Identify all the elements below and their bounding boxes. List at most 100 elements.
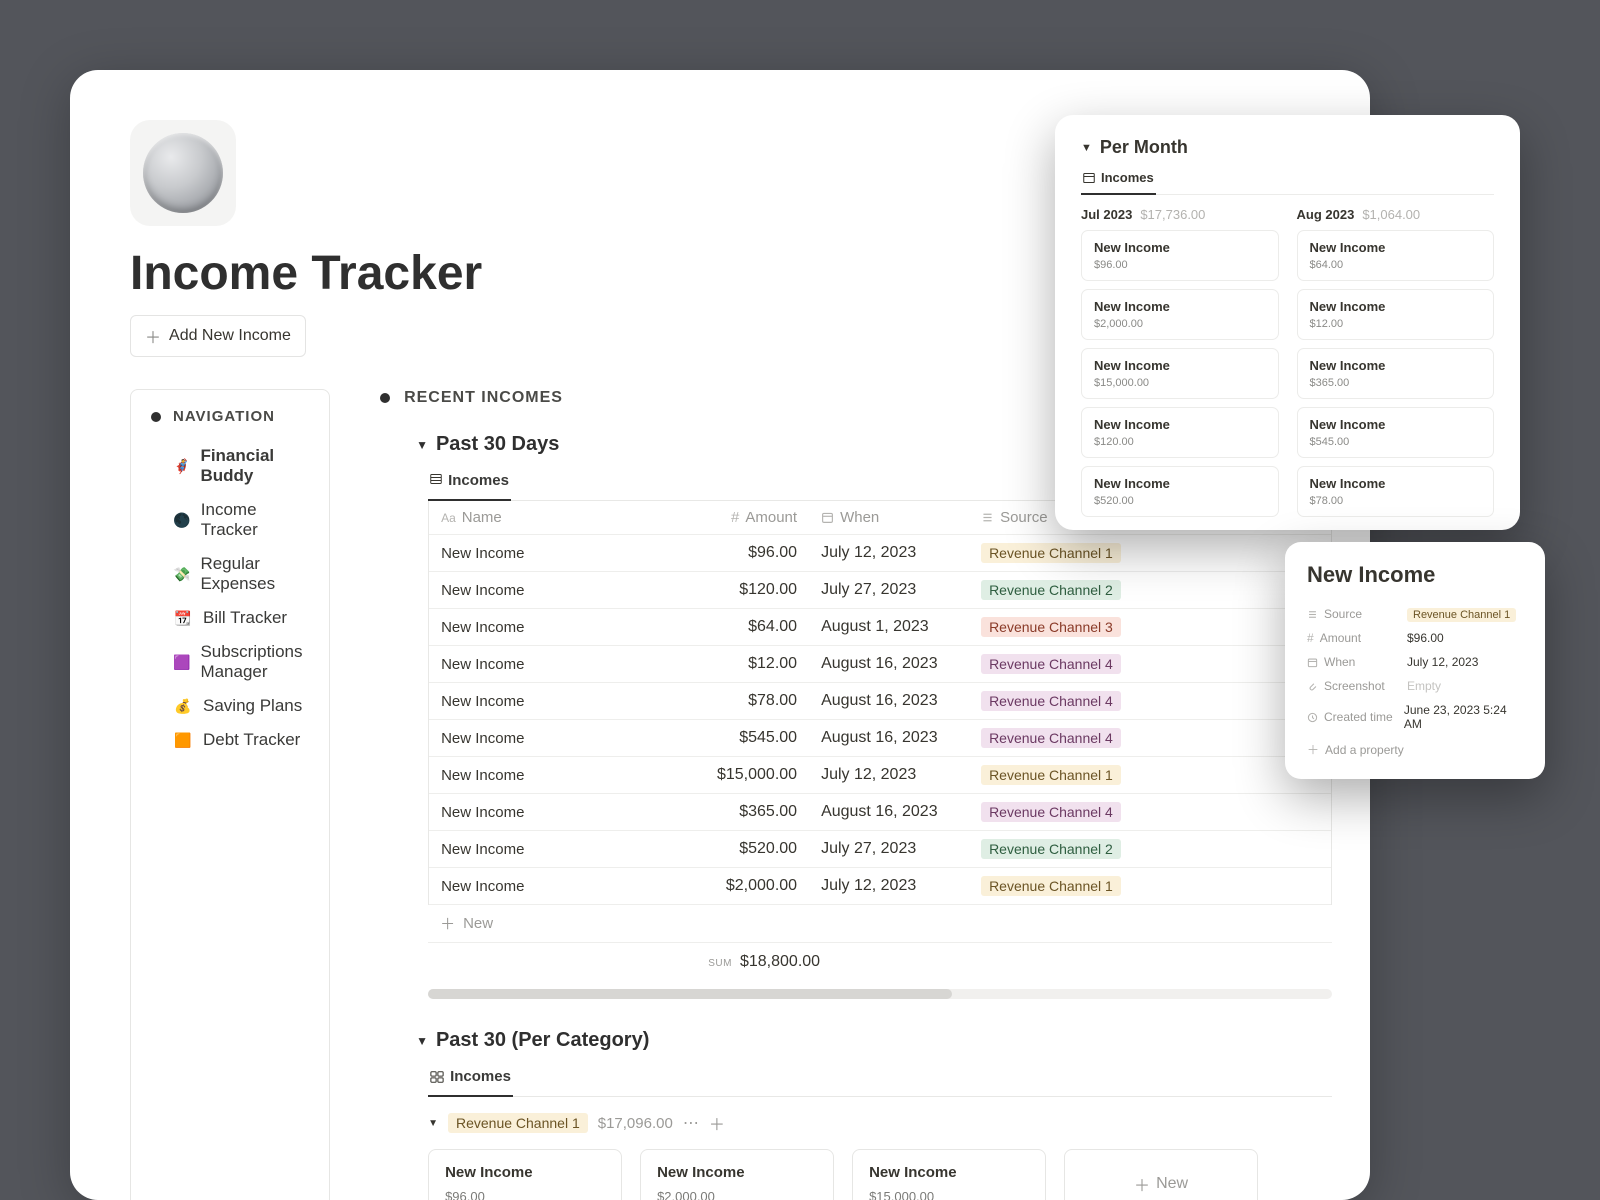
card-title: New Income [1310,417,1482,432]
month-column: Jul 2023$17,736.00 New Income$96.00 New In… [1081,207,1279,525]
card-amount: $64.00 [1310,259,1482,271]
table-row[interactable]: New Income$78.00August 16, 2023Revenue C… [429,683,1331,720]
per-month-panel: ▼ Per Month Incomes Jul 2023$17,736.00 Ne… [1055,115,1520,530]
add-card-button[interactable]: ＋New [1064,1149,1258,1200]
add-property-button[interactable]: ＋Add a property [1307,736,1523,763]
scrollbar-thumb[interactable] [428,989,952,999]
detail-row-when[interactable]: When July 12, 2023 [1307,650,1523,674]
source-tag: Revenue Channel 4 [981,691,1121,711]
table-row[interactable]: New Income$120.00July 27, 2023Revenue Ch… [429,572,1331,609]
card-amount: $545.00 [1310,436,1482,448]
plus-icon: ＋ [1307,741,1319,758]
detail-row-screenshot[interactable]: Screenshot Empty [1307,674,1523,698]
month-income-card[interactable]: New Income$96.00 [1081,230,1279,281]
card-amount: $120.00 [1094,436,1266,448]
sidebar-item-label: Financial Buddy [200,446,305,486]
month-income-card[interactable]: New Income$520.00 [1081,466,1279,517]
tab-incomes-board[interactable]: Incomes [428,1062,513,1097]
view-tabs-2: Incomes [428,1062,1332,1097]
cell-amount: $64.00 [679,609,809,645]
table-row[interactable]: New Income$365.00August 16, 2023Revenue … [429,794,1331,831]
month-income-card[interactable]: New Income $365.00 [1297,348,1495,399]
tab-incomes-month[interactable]: Incomes [1081,166,1156,195]
col-when[interactable]: When [809,501,969,534]
sidebar-item-2[interactable]: 💸Regular Expenses [169,547,309,601]
detail-title[interactable]: New Income [1307,562,1523,588]
card-amount: $15,000.00 [1094,377,1266,389]
card-amount: $365.00 [1310,377,1482,389]
table-view-icon [1083,172,1095,184]
month-income-card[interactable]: New Income$12.00 [1297,289,1495,340]
table-row[interactable]: New Income$520.00July 27, 2023Revenue Ch… [429,831,1331,868]
detail-source-tag: Revenue Channel 1 [1407,608,1516,622]
detail-row-created[interactable]: Created time June 23, 2023 5:24 AM [1307,698,1523,736]
page-icon[interactable] [130,120,236,226]
plus-icon[interactable]: ＋ [709,1111,725,1135]
bullet-icon [380,393,390,403]
sidebar-item-5[interactable]: 💰Saving Plans [169,689,309,723]
cell-when: August 16, 2023 [809,683,969,719]
add-row-button[interactable]: ＋ New [428,905,1332,943]
month-column-header[interactable]: Jul 2023$17,736.00 [1081,207,1279,222]
month-income-card[interactable]: New Income $64.00 [1297,230,1495,281]
cell-amount: $78.00 [679,683,809,719]
month-column-header[interactable]: Aug 2023$1,064.00 [1297,207,1495,222]
list-icon [981,511,994,524]
cell-name: New Income [429,868,679,904]
col-name[interactable]: AaName [429,501,679,534]
list-icon [1307,609,1318,620]
month-income-card[interactable]: New Income $545.00 [1297,407,1495,458]
card-amount: $96.00 [445,1189,605,1200]
source-tag: Revenue Channel 2 [981,839,1121,859]
detail-row-amount[interactable]: #Amount $96.00 [1307,626,1523,650]
card-title: New Income [1310,358,1482,373]
group-header[interactable]: ▼ Revenue Channel 1 $17,096.00 ⋯ ＋ [428,1111,1332,1135]
month-income-card[interactable]: New Income$15,000.00 [1081,348,1279,399]
sidebar-item-0[interactable]: 🦸 Financial Buddy [169,439,309,493]
tab-incomes[interactable]: Incomes [428,466,511,501]
col-amount[interactable]: #Amount [679,501,809,534]
table-row[interactable]: New Income$12.00August 16, 2023Revenue C… [429,646,1331,683]
cell-when: July 12, 2023 [809,535,969,571]
table-row[interactable]: New Income$545.00August 16, 2023Revenue … [429,720,1331,757]
income-card[interactable]: New Income$2,000.00 [640,1149,834,1200]
detail-row-source[interactable]: Source Revenue Channel 1 [1307,602,1523,626]
card-title: New Income [445,1164,605,1181]
card-title: New Income [1310,240,1482,255]
card-title: New Income [1310,476,1482,491]
cell-source: Revenue Channel 1 [969,757,1169,793]
attachment-icon [1307,681,1318,692]
sum-value: $18,800.00 [740,953,820,971]
nav-item-icon: 🌑 [173,510,191,530]
month-income-card[interactable]: New Income$2,000.00 [1081,289,1279,340]
sidebar-item-6[interactable]: 🟧Debt Tracker [169,723,309,757]
income-card[interactable]: New Income $96.00 [428,1149,622,1200]
cell-amount: $545.00 [679,720,809,756]
sidebar-item-label: Income Tracker [201,500,305,540]
nav-item-icon: 🦸 [173,456,190,476]
table-row[interactable]: New Income$15,000.00July 12, 2023Revenue… [429,757,1331,794]
table-row[interactable]: New Income$96.00July 12, 2023Revenue Cha… [429,535,1331,572]
group-aggregate: $17,096.00 [598,1115,673,1132]
source-tag: Revenue Channel 1 [981,543,1121,563]
sum-label: SUM [708,958,732,969]
month-name: Jul 2023 [1081,207,1132,222]
cell-when: July 27, 2023 [809,831,969,867]
sidebar-item-4[interactable]: 🟪Subscriptions Manager [169,635,309,689]
table-row[interactable]: New Income$2,000.00July 12, 2023Revenue … [429,868,1331,905]
cell-source: Revenue Channel 2 [969,572,1169,608]
horizontal-scrollbar[interactable] [428,989,1332,999]
cell-source: Revenue Channel 2 [969,831,1169,867]
toggle-per-month[interactable]: ▼ Per Month [1081,137,1494,158]
table-row[interactable]: New Income$64.00August 1, 2023Revenue Ch… [429,609,1331,646]
sidebar-item-1[interactable]: 🌑 Income Tracker [169,493,309,547]
toggle-past-30-per-category[interactable]: ▼ Past 30 (Per Category) [416,1029,1332,1052]
income-card[interactable]: New Income$15,000.00 [852,1149,1046,1200]
cell-amount: $365.00 [679,794,809,830]
add-new-income-button[interactable]: ＋ Add New Income [130,315,306,357]
month-income-card[interactable]: New Income$78.00 [1297,466,1495,517]
month-income-card[interactable]: New Income$120.00 [1081,407,1279,458]
sidebar-item-3[interactable]: 📆Bill Tracker [169,601,309,635]
more-icon[interactable]: ⋯ [683,1113,699,1133]
table-view-icon [430,472,442,489]
